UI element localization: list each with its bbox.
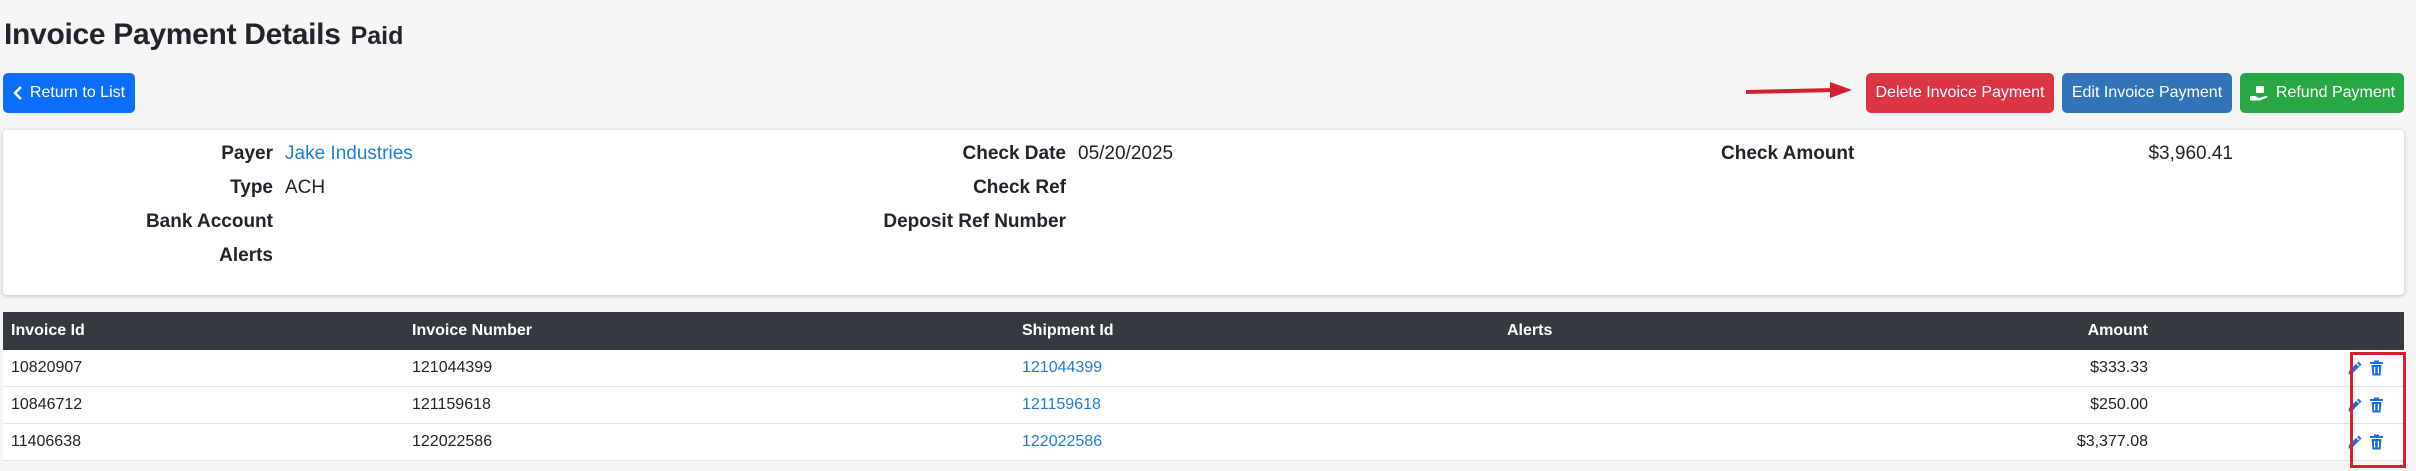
page-header: Invoice Payment Details Paid xyxy=(4,18,403,52)
header-invoice-number[interactable]: Invoice Number xyxy=(412,312,532,350)
row-actions xyxy=(2347,350,2384,386)
table-row: 10820907 121044399 121044399 $333.33 xyxy=(3,350,2404,387)
hand-money-icon xyxy=(2249,85,2269,101)
header-amount[interactable]: Amount xyxy=(2088,312,2148,350)
check-date-value: 05/20/2025 xyxy=(1078,143,1174,164)
chevron-left-icon xyxy=(13,86,23,100)
pencil-icon[interactable] xyxy=(2347,360,2363,376)
check-ref-label: Check Ref xyxy=(973,177,1066,198)
row-actions xyxy=(2347,424,2384,460)
check-date-label: Check Date xyxy=(962,143,1067,164)
refund-payment-label: Refund Payment xyxy=(2275,84,2396,101)
alerts-label: Alerts xyxy=(219,245,273,266)
invoice-id-cell: 11406638 xyxy=(11,433,81,450)
pencil-icon[interactable] xyxy=(2347,434,2363,450)
pencil-icon[interactable] xyxy=(2347,397,2363,413)
amount-cell: $3,377.08 xyxy=(2076,433,2148,450)
header-alerts[interactable]: Alerts xyxy=(1507,312,1552,350)
return-to-list-label: Return to List xyxy=(29,84,126,101)
shipment-id-link[interactable]: 122022586 xyxy=(1022,424,1102,460)
deposit-ref-number-label: Deposit Ref Number xyxy=(883,211,1066,232)
bank-account-label: Bank Account xyxy=(145,211,273,232)
payer-label: Payer xyxy=(221,143,273,164)
amount-cell: $250.00 xyxy=(2090,396,2148,413)
trash-icon[interactable] xyxy=(2369,434,2384,450)
return-to-list-button[interactable]: Return to List xyxy=(3,73,135,113)
check-amount-value: $3,960.41 xyxy=(2148,143,2233,164)
shipment-id-link[interactable]: 121044399 xyxy=(1022,350,1102,386)
trash-icon[interactable] xyxy=(2369,397,2384,413)
invoice-number-cell: 122022586 xyxy=(412,433,493,450)
invoice-number-cell: 121044399 xyxy=(412,359,493,376)
invoice-number-cell: 121159618 xyxy=(412,396,491,413)
delete-invoice-payment-button[interactable]: Delete Invoice Payment xyxy=(1866,73,2054,113)
page-title: Invoice Payment Details xyxy=(4,18,341,51)
invoice-id-cell: 10846712 xyxy=(11,396,83,413)
amount-cell: $333.33 xyxy=(2090,359,2148,376)
check-amount-label: Check Amount xyxy=(1721,143,1855,164)
edit-invoice-payment-button[interactable]: Edit Invoice Payment xyxy=(2062,73,2232,113)
shipment-id-link[interactable]: 121159618 xyxy=(1022,387,1101,423)
payer-link[interactable]: Jake Industries xyxy=(285,143,413,165)
row-actions xyxy=(2347,387,2384,423)
trash-icon[interactable] xyxy=(2369,360,2384,376)
invoice-payments-table: Invoice Id Invoice Number Shipment Id Al… xyxy=(3,312,2404,461)
type-value: ACH xyxy=(285,177,326,198)
type-label: Type xyxy=(230,177,273,198)
header-invoice-id[interactable]: Invoice Id xyxy=(11,312,85,350)
invoice-id-cell: 10820907 xyxy=(11,359,83,376)
annotation-arrow xyxy=(1746,82,1852,98)
table-row: 11406638 122022586 122022586 $3,377.08 xyxy=(3,424,2404,461)
refund-payment-button[interactable]: Refund Payment xyxy=(2240,73,2404,113)
header-shipment-id[interactable]: Shipment Id xyxy=(1022,312,1114,350)
edit-invoice-payment-label: Edit Invoice Payment xyxy=(2071,84,2223,101)
delete-invoice-payment-label: Delete Invoice Payment xyxy=(1875,84,2045,101)
table-header: Invoice Id Invoice Number Shipment Id Al… xyxy=(3,312,2404,350)
table-row: 10846712 121159618 121159618 $250.00 xyxy=(3,387,2404,424)
payment-status: Paid xyxy=(350,22,404,50)
payment-details-card: Payer Jake Industries Type ACH Bank Acco… xyxy=(3,130,2404,295)
